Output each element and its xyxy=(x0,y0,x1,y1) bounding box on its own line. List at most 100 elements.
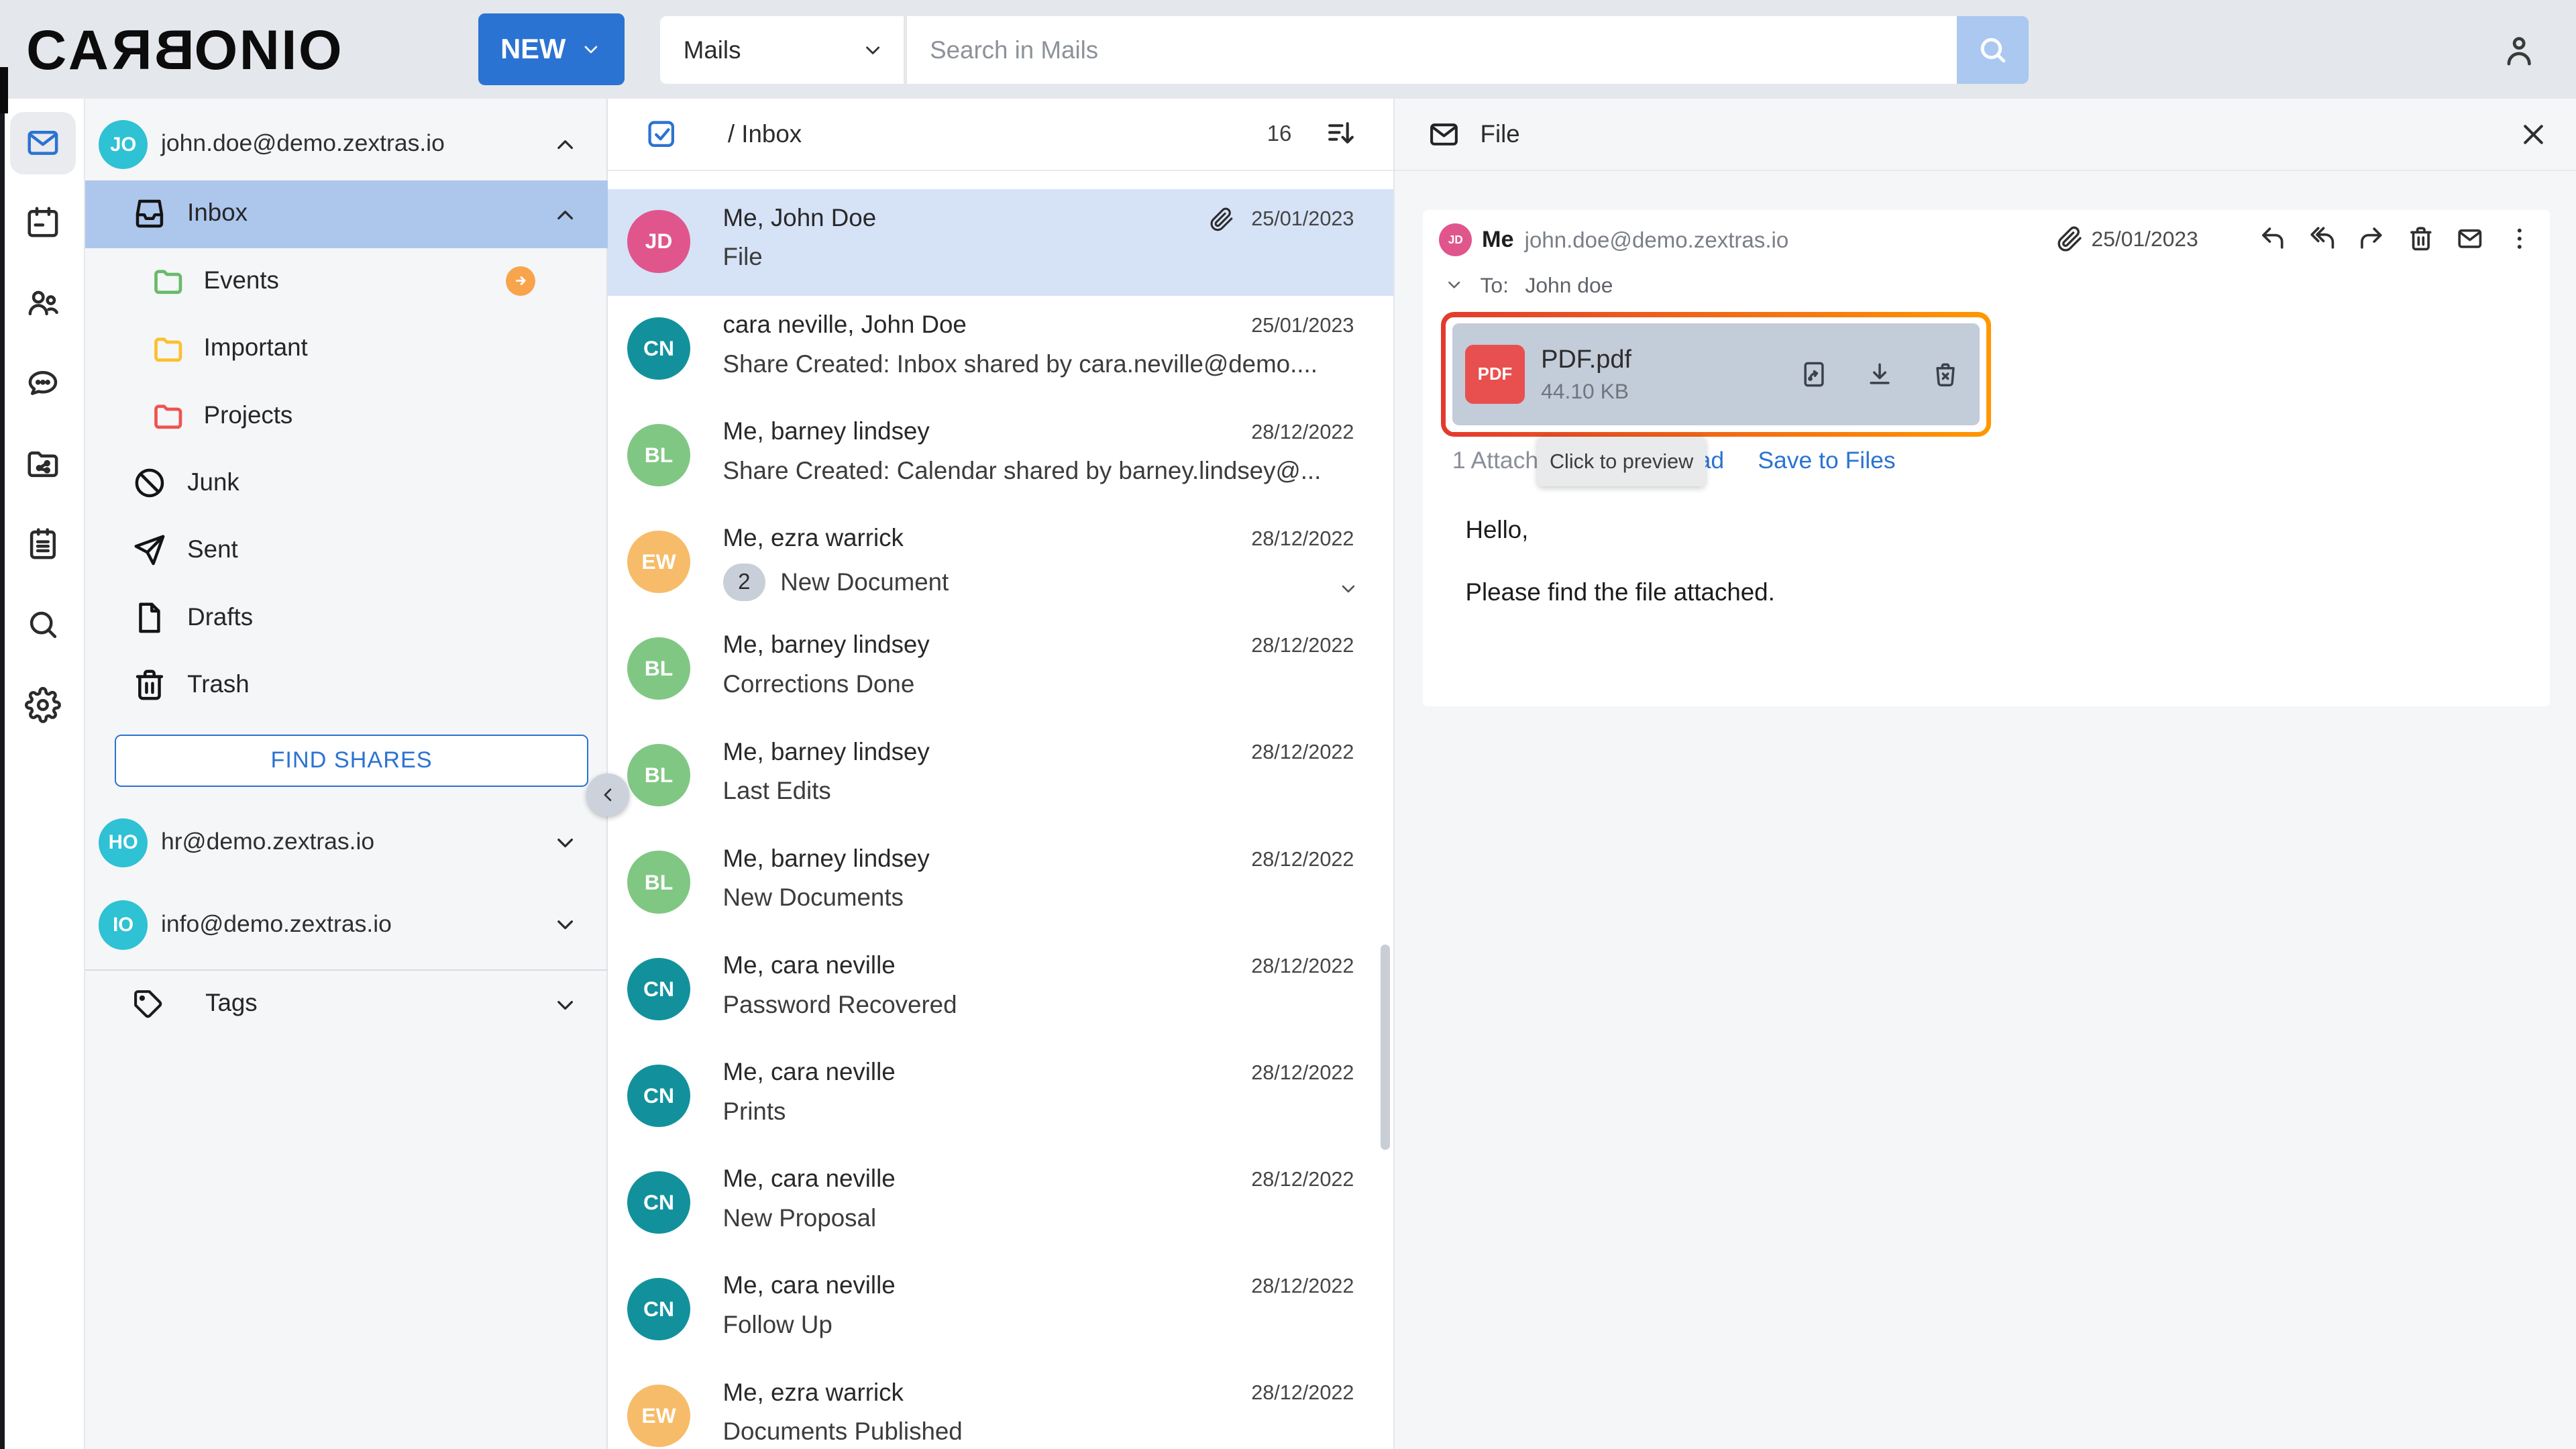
mail-date: 28/12/2022 xyxy=(1251,527,1354,551)
forward-icon[interactable] xyxy=(2357,225,2385,253)
chevron-down-icon[interactable] xyxy=(1338,578,1359,600)
mail-list-item[interactable]: CN Me, cara neville 28/12/2022 Follow Up xyxy=(608,1256,1393,1363)
sidebar-item-trash[interactable]: Trash xyxy=(85,652,608,719)
mark-unread-icon[interactable] xyxy=(2456,225,2484,253)
avatar: CN xyxy=(627,317,690,380)
sidebar-item-sent[interactable]: Sent xyxy=(85,517,608,584)
tag-icon xyxy=(131,987,164,1020)
mail-list-item[interactable]: CN Me, cara neville 28/12/2022 New Propo… xyxy=(608,1150,1393,1256)
mail-list-item[interactable]: BL Me, barney lindsey 28/12/2022 Share C… xyxy=(608,402,1393,509)
mail-from: Me, cara neville xyxy=(723,951,896,979)
delete-icon[interactable] xyxy=(2407,225,2435,253)
folder-label: Important xyxy=(204,333,308,362)
rail-item-search[interactable] xyxy=(10,593,76,655)
sidebar-item-drafts[interactable]: Drafts xyxy=(85,585,608,652)
close-icon[interactable] xyxy=(2517,118,2550,151)
mail-subject: Documents Published xyxy=(723,1417,963,1446)
mail-from: Me, ezra warrick xyxy=(723,1379,904,1407)
attachment-preview-icon[interactable] xyxy=(1799,360,1829,389)
mail-subject-row: Share Created: Inbox shared by cara.nevi… xyxy=(723,350,1328,378)
attachment-size: 44.10 KB xyxy=(1541,379,1631,404)
divider xyxy=(85,969,608,971)
module-rail xyxy=(0,99,85,1449)
sort-icon[interactable] xyxy=(1324,117,1357,150)
mail-date: 28/12/2022 xyxy=(1251,1381,1354,1405)
mail-list-item[interactable]: BL Me, barney lindsey 28/12/2022 Correct… xyxy=(608,616,1393,722)
sidebar-item-junk[interactable]: Junk xyxy=(85,450,608,517)
remove-attachment-icon[interactable] xyxy=(1931,360,1960,389)
mail-list-item[interactable]: BL Me, barney lindsey 28/12/2022 New Doc… xyxy=(608,830,1393,936)
gear-icon xyxy=(25,687,61,723)
sidebar-item-tags[interactable]: Tags xyxy=(85,973,608,1038)
chevron-up-icon[interactable] xyxy=(552,202,578,228)
search-icon xyxy=(25,606,61,643)
mail-subject: Corrections Done xyxy=(723,670,915,698)
list-scrollbar[interactable] xyxy=(1381,945,1391,1150)
find-shares-button[interactable]: FIND SHARES xyxy=(115,735,588,787)
sidebar-collapse-button[interactable] xyxy=(586,773,629,816)
attachment-highlight-box: PDF PDF.pdf 44.10 KB xyxy=(1441,312,1991,437)
mail-subject-row: New Proposal xyxy=(723,1204,1328,1232)
mail-list-item[interactable]: CN Me, cara neville 28/12/2022 Prints xyxy=(608,1043,1393,1150)
rail-item-files[interactable] xyxy=(10,432,76,494)
reply-icon[interactable] xyxy=(2259,225,2287,253)
mail-date: 28/12/2022 xyxy=(1251,741,1354,764)
new-button[interactable]: NEW xyxy=(478,13,625,86)
mail-list-item[interactable]: EW Me, ezra warrick 28/12/2022 Documents… xyxy=(608,1364,1393,1449)
chevron-up-icon[interactable] xyxy=(552,131,578,158)
events-share-badge[interactable] xyxy=(506,266,535,296)
mail-subject-row: Password Recovered xyxy=(723,991,1328,1019)
save-to-files-link[interactable]: Save to Files xyxy=(1758,447,1895,474)
sidebar-item-inbox[interactable]: Inbox xyxy=(85,180,608,248)
search-module-select[interactable]: Mails xyxy=(660,16,905,83)
search-button[interactable] xyxy=(1957,16,2029,83)
avatar: CN xyxy=(627,1278,690,1340)
attachment-meta: PDF.pdf 44.10 KB xyxy=(1541,345,1631,404)
inbox-icon xyxy=(131,195,168,231)
mail-subject: Share Created: Calendar shared by barney… xyxy=(723,457,1322,485)
download-icon[interactable] xyxy=(1865,360,1894,389)
account-row-info[interactable]: IO info@demo.zextras.io xyxy=(85,896,608,955)
rail-item-mail[interactable] xyxy=(10,112,76,174)
rail-item-calendar[interactable] xyxy=(10,191,76,253)
rail-item-contacts[interactable] xyxy=(10,271,76,333)
reply-all-icon[interactable] xyxy=(2308,225,2337,253)
attachment-chip[interactable]: PDF PDF.pdf 44.10 KB xyxy=(1452,323,1980,425)
trash-icon xyxy=(131,667,168,703)
mail-from: Me, cara neville xyxy=(723,1165,896,1193)
select-all-checkbox[interactable] xyxy=(644,117,678,151)
mail-list-item[interactable]: JD Me, John Doe 25/01/2023 File xyxy=(608,189,1393,296)
account-row-primary[interactable]: JO john.doe@demo.zextras.io xyxy=(85,115,608,174)
account-row-hr[interactable]: HO hr@demo.zextras.io xyxy=(85,813,608,872)
chevron-down-icon[interactable] xyxy=(1444,275,1464,294)
sidebar-item-projects[interactable]: Projects xyxy=(85,383,608,450)
mail-date: 28/12/2022 xyxy=(1251,1275,1354,1298)
attachment-name: PDF.pdf xyxy=(1541,345,1631,374)
to-label: To: xyxy=(1480,273,1508,298)
rail-item-tasks[interactable] xyxy=(10,513,76,575)
avatar: JD xyxy=(1439,223,1472,256)
sidebar-item-events[interactable]: Events xyxy=(85,248,608,315)
account-icon[interactable] xyxy=(2500,32,2538,69)
click-to-preview-tooltip: Click to preview xyxy=(1538,437,1705,486)
mail-list-item[interactable]: CN Me, cara neville 28/12/2022 Password … xyxy=(608,936,1393,1043)
mail-date: 28/12/2022 xyxy=(1251,421,1354,444)
rail-item-settings[interactable] xyxy=(10,674,76,736)
account-email: hr@demo.zextras.io xyxy=(161,828,374,855)
message-list-header: / Inbox 16 xyxy=(608,99,1393,171)
reading-pane: File JD Me john.doe@demo.zextras.io 25/0… xyxy=(1395,99,2576,1449)
more-options-icon[interactable] xyxy=(2506,225,2534,253)
chevron-down-icon[interactable] xyxy=(552,830,578,856)
mail-list-item[interactable]: CN cara neville, John Doe 25/01/2023 Sha… xyxy=(608,296,1393,402)
avatar: BL xyxy=(627,851,690,913)
attachment-actions xyxy=(1799,360,1960,389)
sidebar-item-important[interactable]: Important xyxy=(85,315,608,382)
chevron-down-icon[interactable] xyxy=(552,912,578,938)
mail-list-item[interactable]: EW Me, ezra warrick 28/12/2022 2 New Doc… xyxy=(608,509,1393,616)
avatar: IO xyxy=(99,900,148,949)
search-input[interactable] xyxy=(907,16,1957,83)
rail-item-chat[interactable] xyxy=(10,352,76,414)
mail-list-item[interactable]: BL Me, barney lindsey 28/12/2022 Last Ed… xyxy=(608,722,1393,829)
mail-from: Me, barney lindsey xyxy=(723,738,930,766)
chevron-down-icon[interactable] xyxy=(552,992,578,1018)
